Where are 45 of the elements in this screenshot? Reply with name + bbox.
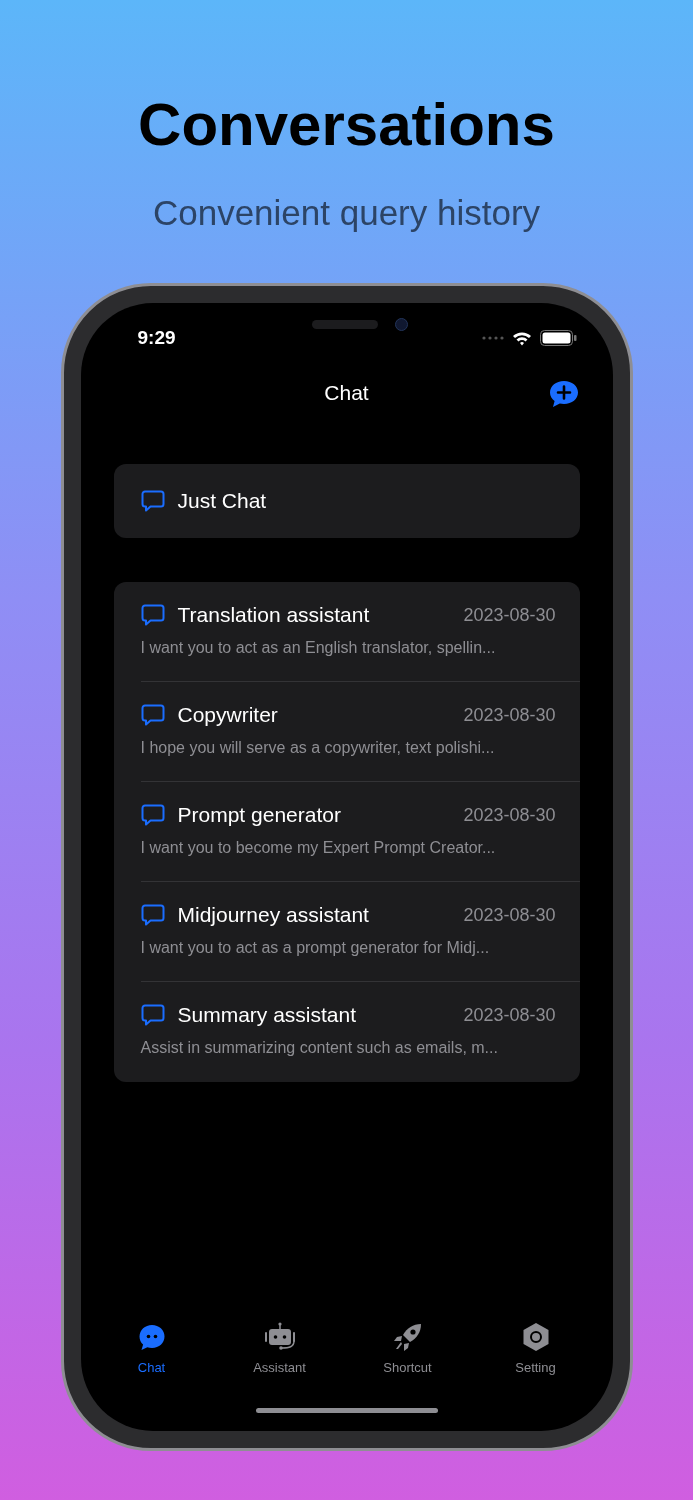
conversation-date: 2023-08-30 <box>463 803 556 827</box>
wifi-icon <box>511 330 532 346</box>
conversation-title: Copywriter <box>177 702 278 729</box>
tab-item[interactable]: Chat <box>87 1316 216 1386</box>
status-time: 9:29 <box>137 325 176 350</box>
tab-item[interactable]: Setting <box>471 1316 600 1386</box>
conversation-preview: I hope you will serve as a copywriter, text polishi... <box>140 738 496 758</box>
battery-icon <box>539 330 577 346</box>
robot-icon <box>262 1322 297 1352</box>
conversation-date: 2023-08-30 <box>463 1003 556 1027</box>
conversation-title: Midjourney assistant <box>177 902 369 929</box>
conversation-title: Summary assistant <box>177 1002 357 1029</box>
chat-bubble-icon <box>140 604 165 626</box>
chat-bubble-icon <box>137 1323 166 1351</box>
chat-bubble-icon <box>140 490 165 512</box>
conversation-date: 2023-08-30 <box>463 703 556 727</box>
conversation-date: 2023-08-30 <box>463 603 556 627</box>
chat-bubble-icon <box>140 1004 165 1026</box>
tab-item[interactable]: Assistant <box>215 1316 344 1386</box>
signal-icon <box>481 336 504 340</box>
conversation-preview: I want you to act as a prompt generator for Midj... <box>140 938 491 958</box>
chat-bubble-icon <box>140 804 165 826</box>
conversation-title: Translation assistant <box>177 602 370 629</box>
conversation-title: Prompt generator <box>177 802 341 829</box>
headline: Conversations <box>138 90 555 160</box>
conversation-preview: I want you to act as an English translator, spellin... <box>140 638 497 658</box>
conversation-preview: Assist in summarizing content such as emails, m... <box>140 1038 499 1058</box>
chat-bubble-icon <box>140 904 165 926</box>
subheadline: Convenient query history <box>152 192 541 234</box>
speaker-grille <box>311 320 378 329</box>
conversation-row[interactable]: Translation assistant 2023-08-30 I want you to act as an English translator, spellin... <box>140 582 580 682</box>
chat-bubble-icon <box>140 704 165 726</box>
conversation-preview: I want you to become my Expert Prompt Creator... <box>140 838 497 858</box>
conversation-row[interactable]: Copywriter 2023-08-30 I hope you will serve as a copywriter, text polishi... <box>140 682 580 782</box>
settings-icon <box>521 1322 550 1352</box>
just-chat-card[interactable]: Just Chat <box>113 464 580 538</box>
screen-title: Chat <box>324 380 369 407</box>
conversation-row[interactable]: Summary assistant 2023-08-30 Assist in summarizing content such as emails, m... <box>140 982 580 1082</box>
tab-item[interactable]: Shortcut <box>343 1316 472 1386</box>
conversation-row[interactable]: Prompt generator 2023-08-30 I want you to become my Expert Prompt Creator... <box>140 782 580 882</box>
just-chat-label: Just Chat <box>177 488 267 515</box>
conversation-row[interactable]: Midjourney assistant 2023-08-30 I want you to act as a prompt generator for Midj... <box>140 882 580 982</box>
conversation-date: 2023-08-30 <box>463 903 556 927</box>
rocket-icon <box>392 1322 423 1352</box>
new-chat-icon[interactable] <box>548 380 579 408</box>
